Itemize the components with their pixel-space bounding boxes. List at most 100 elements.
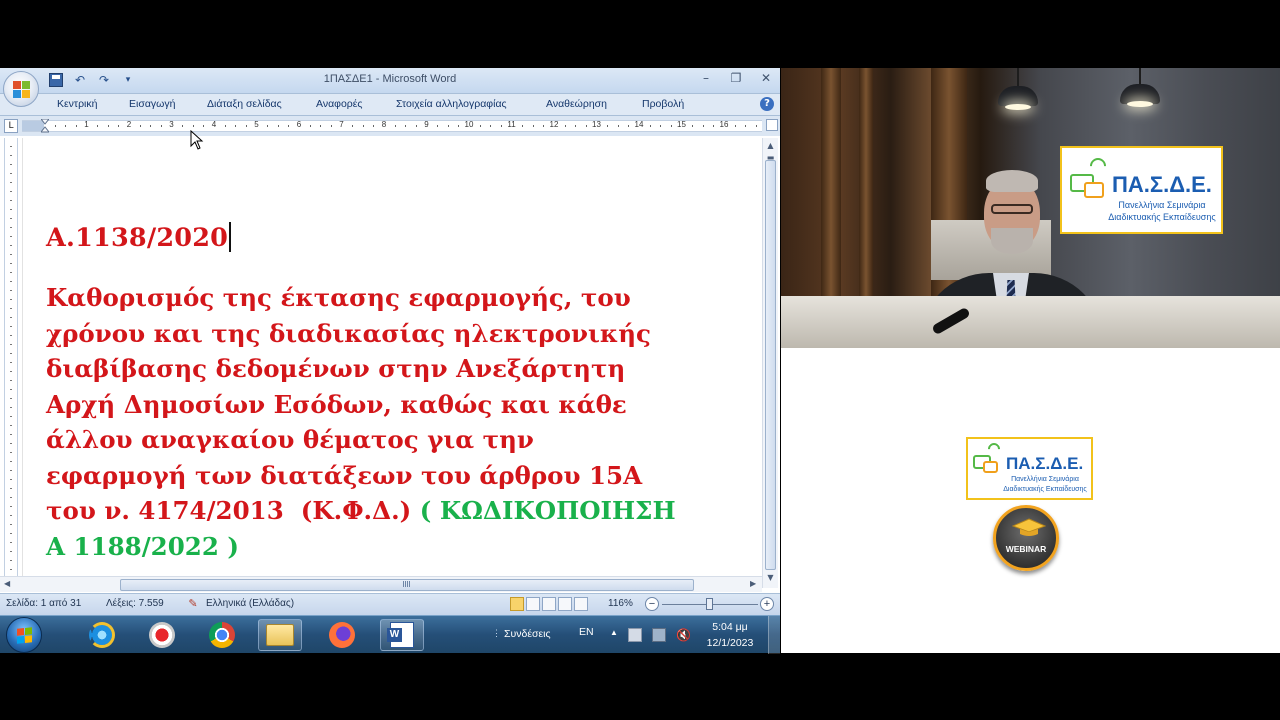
show-desktop-button[interactable] <box>768 616 780 654</box>
start-button[interactable] <box>6 617 42 653</box>
view-ruler-icon[interactable] <box>766 119 778 131</box>
ruler-number: 13 <box>592 120 601 129</box>
ruler-number: 12 <box>549 120 559 129</box>
ruler-tick <box>203 125 205 127</box>
language-status[interactable]: Ελληνικά (Ελλάδας) <box>206 598 294 609</box>
internet-explorer-icon[interactable] <box>80 619 124 651</box>
ruler-tick <box>692 125 694 127</box>
screen-recorder-icon[interactable] <box>140 619 184 651</box>
firefox-icon[interactable] <box>320 619 364 651</box>
print-layout-view-icon[interactable] <box>510 597 524 611</box>
spell-check-icon[interactable]: ✎ <box>186 597 200 611</box>
outline-view-icon[interactable] <box>558 597 572 611</box>
chat-icon <box>1084 182 1104 198</box>
ruler-tick <box>320 125 322 127</box>
web-layout-icon[interactable] <box>542 597 556 611</box>
document-body[interactable]: Καθορισμός της έκτασης εφαρμογής, του χρ… <box>46 280 756 564</box>
scroll-left-arrow-icon[interactable]: ◀ <box>4 579 10 588</box>
tab-view[interactable]: Προβολή <box>642 98 684 110</box>
ruler-tick <box>277 125 279 127</box>
vertical-ruler[interactable] <box>4 138 18 588</box>
draft-view-icon[interactable] <box>574 597 588 611</box>
full-screen-reading-icon[interactable] <box>526 597 540 611</box>
title-bar[interactable]: ↶ ↷ ▾ 1ΠΑΣΔΕ1 - Microsoft Word – ❐ ✕ <box>0 68 780 94</box>
zoom-slider-thumb[interactable] <box>706 598 713 610</box>
tab-review[interactable]: Αναθεώρηση <box>546 98 607 110</box>
webinar-label: WEBINAR <box>1005 544 1047 554</box>
tab-page-layout[interactable]: Διάταξη σελίδας <box>207 98 282 110</box>
scroll-down-arrow-icon[interactable]: ▼ <box>765 572 776 583</box>
zoom-in-button[interactable]: + <box>760 597 774 611</box>
google-chrome-icon[interactable] <box>200 619 244 651</box>
indent-marker-icon[interactable] <box>41 119 49 133</box>
tab-references[interactable]: Αναφορές <box>316 98 363 110</box>
horizontal-ruler[interactable]: 1 2 3 4 5 6 7 8 9 10 11 12 13 14 15 16 <box>22 119 762 133</box>
ruler-number: 4 <box>211 120 217 129</box>
ruler-tick <box>415 125 417 127</box>
tab-insert[interactable]: Εισαγωγή <box>129 98 175 110</box>
vertical-scroll-thumb[interactable] <box>765 160 776 570</box>
screen: ↶ ↷ ▾ 1ΠΑΣΔΕ1 - Microsoft Word – ❐ ✕ Κεν… <box>0 0 1280 720</box>
brand-subtitle: Διαδικτυακής Εκπαίδευσης <box>1003 486 1087 493</box>
clock-date[interactable]: 12/1/2023 <box>704 637 756 649</box>
presenter-beard <box>991 228 1033 254</box>
vertical-scrollbar[interactable]: ▲ ▬ ▼ <box>762 138 778 588</box>
office-button[interactable] <box>3 71 39 107</box>
word-window: ↶ ↷ ▾ 1ΠΑΣΔΕ1 - Microsoft Word – ❐ ✕ Κεν… <box>0 68 780 615</box>
codification-note: ( ΚΩΔΙΚΟΠΟΙΗΣΗ <box>419 496 676 525</box>
ruler-tick <box>500 125 502 127</box>
status-bar: Σελίδα: 1 από 31 Λέξεις: 7.559 ✎ Ελληνικ… <box>0 593 780 615</box>
help-icon[interactable]: ? <box>760 97 774 111</box>
ruler-tick <box>107 125 109 127</box>
word-count[interactable]: Λέξεις: 7.559 <box>106 598 164 609</box>
ruler-tick <box>54 125 56 127</box>
zoom-out-button[interactable]: − <box>645 597 659 611</box>
clock-time[interactable]: 5:04 μμ <box>710 621 750 633</box>
body-line: εφαρμογή των διατάξεων του άρθρου 15Α <box>46 460 643 490</box>
zoom-level[interactable]: 116% <box>608 598 633 609</box>
show-hidden-icons-icon[interactable]: ▲ <box>610 628 618 637</box>
ruler-number: 3 <box>169 120 174 129</box>
network-icon[interactable] <box>652 628 666 642</box>
ruler-tick <box>575 125 577 127</box>
ruler-tick <box>192 125 194 127</box>
ruler-number: 8 <box>381 120 387 129</box>
ruler-number: 11 <box>507 120 516 129</box>
ruler-row: L 1 2 3 4 5 6 7 8 9 10 11 12 13 14 15 16 <box>0 116 780 136</box>
ruler-tick <box>660 125 662 127</box>
tab-selector-button[interactable]: L <box>4 119 18 133</box>
microsoft-word-icon[interactable]: W <box>380 619 424 651</box>
language-indicator[interactable]: EN <box>579 626 594 638</box>
ruler-tick <box>713 125 715 127</box>
scroll-right-arrow-icon[interactable]: ▶ <box>750 579 756 588</box>
presenter-video: ΠΑ.Σ.Δ.Ε. Πανελλήνια Σεμινάρια Διαδικτυα… <box>781 68 1280 348</box>
pasde-logo-large: ΠΑ.Σ.Δ.Ε. Πανελλήνια Σεμινάρια Διαδικτυα… <box>1060 146 1223 234</box>
graduation-cap-icon <box>1012 518 1046 536</box>
branding-panel <box>781 348 1280 653</box>
ruler-tick <box>309 125 311 127</box>
tab-mailings[interactable]: Στοιχεία αλληλογραφίας <box>396 98 507 110</box>
body-line: Καθορισμός της έκτασης εφαρμογής, του <box>46 283 631 312</box>
tab-home[interactable]: Κεντρική <box>57 98 97 110</box>
volume-muted-icon[interactable]: 🔇 <box>676 628 691 642</box>
document-page[interactable]: Α.1138/2020 Καθορισμός της έκτασης εφαρμ… <box>24 136 762 578</box>
heading-text: Α.1138/2020 <box>46 223 229 253</box>
ruler-tick <box>118 125 120 127</box>
ruler-tick <box>75 125 77 127</box>
connections-toolbar[interactable]: Συνδέσεις <box>504 628 551 640</box>
windows-explorer-icon[interactable] <box>258 619 302 651</box>
horizontal-scrollbar[interactable]: ◀ ▶ <box>0 576 762 592</box>
body-line: του ν. 4174/2013 (Κ.Φ.Δ.) ( ΚΩΔΙΚΟΠΟΙΗΣΗ <box>46 493 756 529</box>
page-count[interactable]: Σελίδα: 1 από 31 <box>6 598 81 609</box>
ruler-tick <box>224 125 226 127</box>
scroll-up-arrow-icon[interactable]: ▲ <box>765 140 776 151</box>
action-center-icon[interactable] <box>628 628 642 642</box>
lamp-cord <box>1017 68 1019 88</box>
close-button[interactable]: ✕ <box>758 71 774 85</box>
ruler-number: 6 <box>296 120 302 129</box>
restore-button[interactable]: ❐ <box>728 71 744 85</box>
minimize-button[interactable]: – <box>698 71 714 85</box>
ruler-tick <box>670 125 672 127</box>
document-heading[interactable]: Α.1138/2020 <box>46 222 232 253</box>
pasde-logo-small: ΠΑ.Σ.Δ.Ε. Πανελλήνια Σεμινάρια Διαδικτυα… <box>966 437 1093 500</box>
